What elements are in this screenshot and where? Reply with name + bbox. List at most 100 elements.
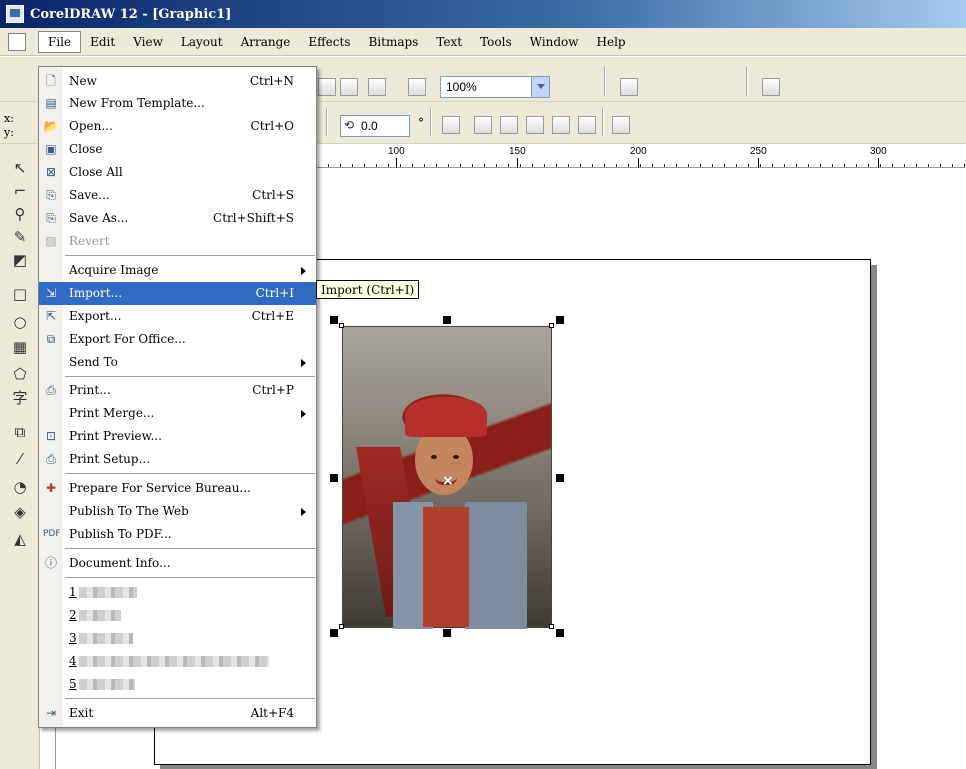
outline-tool-icon[interactable]: ◔ <box>10 477 30 497</box>
menu-item-label: Print Preview... <box>69 429 162 443</box>
menu-item-acquire-image[interactable]: Acquire Image <box>39 259 316 282</box>
menu-item-close[interactable]: ▣ Close <box>39 138 316 161</box>
menu-item-recent-file-5[interactable]: 5 <box>39 673 316 696</box>
menu-tools[interactable]: Tools <box>471 32 521 52</box>
window-title: CorelDRAW 12 - [Graphic1] <box>30 6 232 22</box>
trace-bitmap-icon[interactable] <box>578 116 596 134</box>
menu-item-recent-file-3[interactable]: 3 <box>39 627 316 650</box>
menu-file[interactable]: File <box>38 30 82 53</box>
app-icon[interactable] <box>6 5 24 23</box>
node-handle[interactable] <box>339 624 344 629</box>
menu-item-new-from-template[interactable]: ▤ New From Template... <box>39 92 316 115</box>
menu-item-label: Send To <box>69 355 118 369</box>
menu-item-import[interactable]: ⇲ Import... Ctrl+I <box>39 282 316 305</box>
mirror-icon[interactable] <box>442 116 460 134</box>
node-handle[interactable] <box>549 624 554 629</box>
interactive-blend-tool-icon[interactable]: ⧉ <box>10 422 30 442</box>
menu-help[interactable]: Help <box>588 32 635 52</box>
menu-item-label: 1 <box>69 585 137 599</box>
menu-item-publish-to-web[interactable]: Publish To The Web <box>39 500 316 523</box>
wrap-text-icon[interactable] <box>474 116 492 134</box>
menu-item-new[interactable]: 🗋 New Ctrl+N <box>39 70 316 93</box>
freehand-tool-icon[interactable]: ✎ <box>10 227 30 247</box>
menu-bitmaps[interactable]: Bitmaps <box>359 32 427 52</box>
zoom-level-select[interactable]: 100% <box>440 76 550 98</box>
ellipse-tool-icon[interactable]: ○ <box>10 312 30 332</box>
menu-text[interactable]: Text <box>427 32 471 52</box>
menu-item-save-as[interactable]: ⎘ Save As... Ctrl+Shift+S <box>39 207 316 230</box>
menu-item-recent-file-2[interactable]: 2 <box>39 604 316 627</box>
submenu-arrow-icon <box>301 508 310 516</box>
selection-handle-bottom-right[interactable] <box>556 629 564 637</box>
pick-tool-icon[interactable]: ↖ <box>10 158 30 178</box>
menu-item-open[interactable]: 📂 Open... Ctrl+O <box>39 115 316 138</box>
print-setup-icon: ⎙ <box>46 452 56 466</box>
menu-item-export-for-office[interactable]: ⧉ Export For Office... <box>39 328 316 351</box>
selection-handle-left[interactable] <box>330 474 338 482</box>
menu-item-recent-file-1[interactable]: 1 <box>39 581 316 604</box>
imported-bitmap[interactable]: × <box>342 326 552 629</box>
menu-separator <box>65 548 315 549</box>
snap-to-grid-icon[interactable] <box>620 78 638 96</box>
selection-handle-top[interactable] <box>443 316 451 324</box>
graph-paper-tool-icon[interactable]: ▦ <box>10 337 30 357</box>
zoom-tool-icon[interactable]: ⚲ <box>10 204 30 224</box>
document-icon[interactable] <box>8 32 26 51</box>
menu-item-document-info[interactable]: ⓘ Document Info... <box>39 552 316 575</box>
shape-tool-icon[interactable]: ⌐ <box>10 181 30 201</box>
selection-handle-right[interactable] <box>556 474 564 482</box>
basic-shapes-tool-icon[interactable]: ⬠ <box>10 364 30 384</box>
eyedropper-tool-icon[interactable]: ⁄ <box>10 449 30 469</box>
fill-tool-icon[interactable]: ◈ <box>10 502 30 522</box>
selection-handle-bottom-left[interactable] <box>330 629 338 637</box>
menu-item-recent-file-4[interactable]: 4 <box>39 650 316 673</box>
menu-window[interactable]: Window <box>521 32 588 52</box>
edit-bitmap-icon[interactable] <box>552 116 570 134</box>
selection-handle-top-right[interactable] <box>556 316 564 324</box>
photo-eye <box>431 455 437 459</box>
menu-arrange[interactable]: Arrange <box>232 32 300 52</box>
menu-item-label: New From Template... <box>69 96 205 110</box>
node-handle[interactable] <box>549 323 554 328</box>
import-toolbar-icon[interactable] <box>318 78 336 96</box>
menu-item-label: 3 <box>69 631 133 645</box>
redacted-filename <box>78 656 269 667</box>
rotation-angle-input[interactable]: 0.0 <box>340 115 410 137</box>
selection-handle-top-left[interactable] <box>330 316 338 324</box>
photo-bandana <box>405 397 487 437</box>
menu-item-prepare-for-service-bureau[interactable]: ✚ Prepare For Service Bureau... <box>39 477 316 500</box>
to-front-icon[interactable] <box>500 116 518 134</box>
export-toolbar-icon[interactable] <box>340 78 358 96</box>
rectangle-tool-icon[interactable]: □ <box>10 284 30 304</box>
center-marker-icon[interactable]: × <box>442 473 454 489</box>
node-handle[interactable] <box>339 323 344 328</box>
chevron-down-icon[interactable] <box>531 77 549 97</box>
menu-effects[interactable]: Effects <box>299 32 359 52</box>
recent-file-number: 4 <box>69 654 77 668</box>
import-tooltip: Import (Ctrl+I) <box>316 280 420 299</box>
menu-edit[interactable]: Edit <box>81 32 124 52</box>
menu-item-print-merge[interactable]: Print Merge... <box>39 402 316 425</box>
interactive-fill-tool-icon[interactable]: ◭ <box>10 529 30 549</box>
to-back-icon[interactable] <box>526 116 544 134</box>
corel-online-icon[interactable] <box>408 78 426 96</box>
menu-item-print[interactable]: ⎙ Print... Ctrl+P <box>39 379 316 402</box>
smart-fill-tool-icon[interactable]: ◩ <box>10 250 30 270</box>
application-launcher-icon[interactable] <box>368 78 386 96</box>
menu-item-export[interactable]: ⇱ Export... Ctrl+E <box>39 305 316 328</box>
menu-item-publish-to-pdf[interactable]: PDF Publish To PDF... <box>39 523 316 546</box>
menu-item-send-to[interactable]: Send To <box>39 351 316 374</box>
menu-layout[interactable]: Layout <box>172 32 232 52</box>
menu-item-close-all[interactable]: ⊠ Close All <box>39 161 316 184</box>
exit-icon: ⇥ <box>45 706 57 720</box>
selection-handle-bottom[interactable] <box>443 629 451 637</box>
menu-view[interactable]: View <box>124 32 172 52</box>
menu-item-print-preview[interactable]: ⊡ Print Preview... <box>39 425 316 448</box>
menu-item-exit[interactable]: ⇥ Exit Alt+F4 <box>39 702 316 725</box>
menu-item-print-setup[interactable]: ⎙ Print Setup... <box>39 448 316 471</box>
text-tool-icon[interactable]: 字 <box>10 388 30 408</box>
options-icon[interactable] <box>762 78 780 96</box>
convert-to-curves-icon[interactable] <box>612 116 630 134</box>
menu-item-save[interactable]: ⎘ Save... Ctrl+S <box>39 184 316 207</box>
zoom-level-value: 100% <box>446 80 477 94</box>
